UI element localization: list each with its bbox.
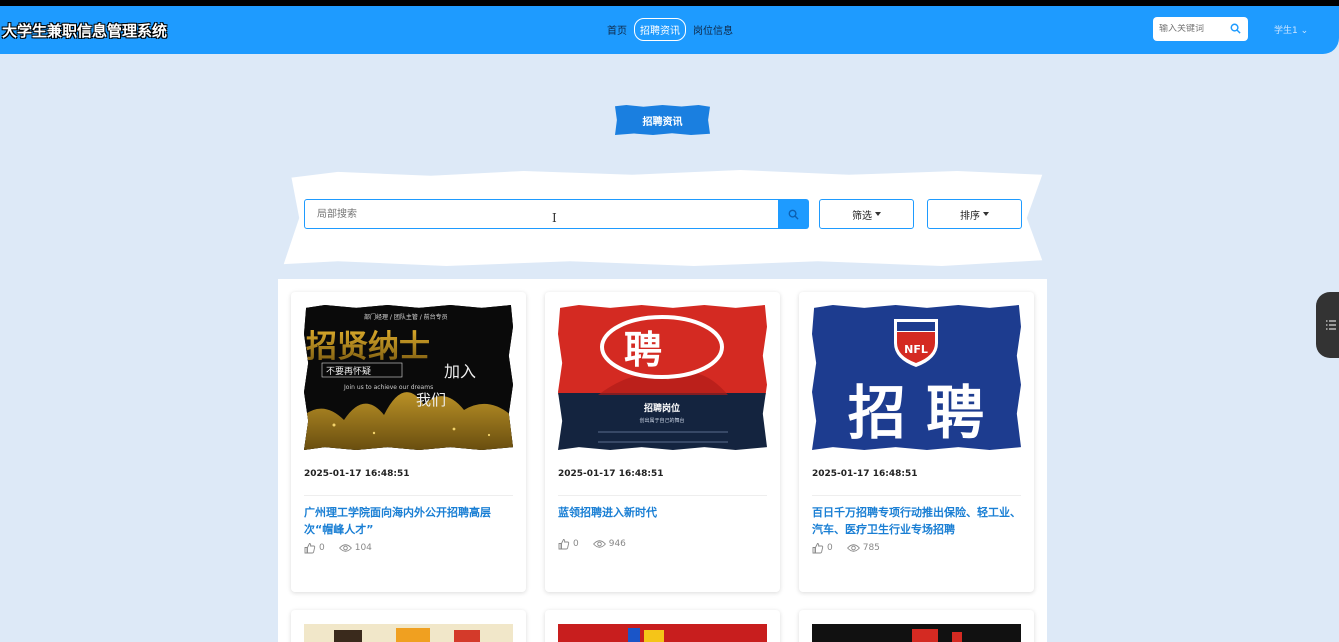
sort-dropdown[interactable]: 排序 [927, 199, 1022, 229]
header-search-input[interactable] [1159, 24, 1231, 34]
list-icon [1326, 320, 1336, 330]
thumbs-up-icon[interactable] [304, 542, 316, 554]
news-stats: 0 946 [558, 538, 626, 550]
eye-icon [338, 544, 352, 552]
chevron-down-icon: ⌄ [1300, 26, 1309, 36]
like-count: 0 [573, 539, 579, 549]
poster-sub: 招聘岗位 [644, 402, 680, 414]
news-date: 2025-01-17 16:48:51 [304, 469, 410, 479]
news-stats: 0 104 [304, 542, 372, 554]
nav-recruitment-news[interactable]: 招聘资讯 [634, 18, 686, 41]
thumbs-up-icon[interactable] [812, 542, 824, 554]
sort-label: 排序 [960, 210, 980, 222]
eye-icon [846, 544, 860, 552]
news-card[interactable]: 部门经理 / 团队主管 / 前台专员 招贤纳士 不要再怀疑 加入 Join us… [291, 292, 526, 592]
news-card[interactable]: 聘 招聘岗位 创出属于自己的舞台 2025-01-17 16:48:51 蓝领招… [545, 292, 780, 592]
divider [558, 495, 767, 496]
like-count: 0 [827, 543, 833, 553]
filter-dropdown[interactable]: 筛选 [819, 199, 914, 229]
news-title[interactable]: 蓝领招聘进入新时代 [558, 504, 770, 521]
news-card[interactable] [545, 610, 780, 642]
news-image: 聘 招聘岗位 创出属于自己的舞台 [558, 305, 767, 450]
view-count: 104 [354, 543, 372, 553]
header-search [1153, 17, 1248, 41]
news-card[interactable] [291, 610, 526, 642]
thumbs-up-icon[interactable] [558, 538, 570, 550]
news-image: 部门经理 / 团队主管 / 前台专员 招贤纳士 不要再怀疑 加入 Join us… [304, 305, 513, 450]
filter-label: 筛选 [852, 210, 872, 222]
search-icon [788, 209, 799, 220]
poster-image [334, 628, 480, 642]
poster-english: Join us to achieve our dreams [343, 384, 433, 391]
nav-links: 首页 招聘资讯 岗位信息 [604, 18, 736, 41]
recruitment-poster-image: 部门经理 / 团队主管 / 前台专员 招贤纳士 不要再怀疑 加入 Join us… [304, 305, 513, 450]
local-search-input[interactable] [305, 200, 778, 228]
poster-join: 加入 [444, 362, 476, 381]
news-image [304, 624, 513, 642]
news-image [812, 624, 1021, 642]
nav-home[interactable]: 首页 [604, 19, 630, 40]
divider [812, 495, 1021, 496]
site-title: 大学生兼职信息管理系统 [2, 22, 168, 40]
section-title: 招聘资讯 [615, 105, 710, 135]
news-stats: 0 785 [812, 542, 880, 554]
poster-image [912, 629, 962, 642]
text-cursor-icon: I [552, 211, 557, 225]
poster-headline: 招 聘 [848, 379, 984, 447]
poster-image [628, 628, 664, 642]
local-search [304, 199, 779, 229]
news-title[interactable]: 百日千万招聘专项行动推出保险、轻工业、汽车、医疗卫生行业专场招聘 [812, 504, 1024, 538]
view-count: 785 [862, 543, 880, 553]
news-image: NFL 招 聘 [812, 305, 1021, 450]
view-count: 946 [608, 539, 626, 549]
recruitment-poster-image: NFL 招 聘 [812, 305, 1021, 450]
local-search-button[interactable] [778, 199, 809, 229]
news-date: 2025-01-17 16:48:51 [812, 469, 918, 479]
poster-headline: 聘 [624, 327, 662, 372]
side-drawer-tab[interactable] [1316, 292, 1339, 358]
like-count: 0 [319, 543, 325, 553]
divider [304, 495, 513, 496]
caret-down-icon [983, 212, 989, 216]
poster-us: 我们 [416, 391, 446, 409]
poster-tagline: 部门经理 / 团队主管 / 前台专员 [364, 313, 448, 321]
nfl-logo: NFL [904, 343, 928, 356]
news-image [558, 624, 767, 642]
caret-down-icon [875, 212, 881, 216]
poster-headline: 招贤纳士 [306, 329, 430, 365]
recruitment-poster-image: 聘 招聘岗位 创出属于自己的舞台 [558, 305, 767, 450]
news-date: 2025-01-17 16:48:51 [558, 469, 664, 479]
user-name: 学生1 [1274, 26, 1298, 36]
navbar: 大学生兼职信息管理系统 首页 招聘资讯 岗位信息 学生1 ⌄ [0, 6, 1339, 54]
eye-icon [592, 540, 606, 548]
news-title[interactable]: 广州理工学院面向海内外公开招聘高层次“帽峰人才” [304, 504, 516, 538]
nav-positions[interactable]: 岗位信息 [690, 19, 736, 40]
news-card[interactable] [799, 610, 1034, 642]
poster-sub2: 创出属于自己的舞台 [639, 417, 684, 424]
user-menu[interactable]: 学生1 ⌄ [1274, 23, 1308, 36]
news-card[interactable]: NFL 招 聘 2025-01-17 16:48:51 百日千万招聘专项行动推出… [799, 292, 1034, 592]
search-icon[interactable] [1230, 23, 1241, 34]
poster-sub: 不要再怀疑 [326, 365, 371, 377]
